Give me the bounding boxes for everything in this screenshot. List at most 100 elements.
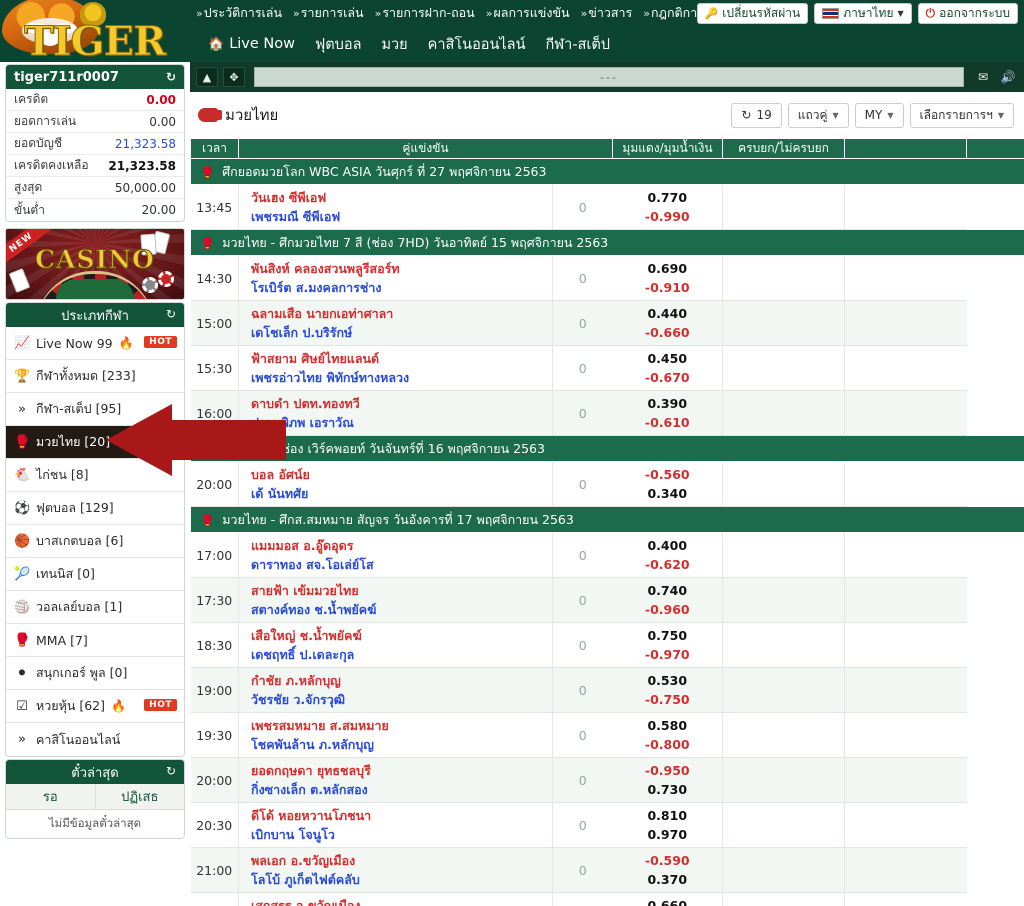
event-group-header[interactable]: 🥊 มวยไทย - ศึกมวยไทย 7 สี (ช่อง 7HD) วันอ… — [190, 229, 1024, 256]
language-selector[interactable]: ภาษาไทย ▼ — [814, 3, 912, 24]
table-row[interactable]: 20:30 ดีโด้ หอยหวานโภชนา เบิกบาน โจนูโว … — [190, 802, 1024, 848]
odds-cell[interactable]: 0.810 0.970 — [612, 802, 723, 848]
odds-cell[interactable]: -0.590 0.370 — [612, 847, 723, 893]
odds-cell[interactable]: 0.440 -0.660 — [612, 300, 723, 346]
odds-cell-empty[interactable] — [844, 255, 967, 301]
sidebar-item-sport-step[interactable]: » กีฬา-สเต็ป [95] — [6, 393, 184, 426]
odds-cell-empty[interactable] — [722, 712, 845, 758]
odds-cell-empty[interactable] — [844, 757, 967, 803]
topnav-item-3[interactable]: »ผลการแข่งขัน — [486, 3, 570, 23]
sidebar-item-mma[interactable]: 🥊 MMA [7] — [6, 624, 184, 657]
odds-cell[interactable]: 0.750 -0.970 — [612, 622, 723, 668]
sidebar-item-muay-thai[interactable]: 🥊 มวยไทย [20] — [6, 426, 184, 459]
mainnav-item-boxing[interactable]: มวย — [381, 33, 407, 56]
table-row[interactable]: 19:30 เพชรสมหมาย ส.สมหมาย โชคพันล้าน ภ.ห… — [190, 712, 1024, 758]
odds-cell-empty[interactable] — [844, 577, 967, 623]
sidebar-item-live-now[interactable]: 📈 Live Now 99 🔥 HOT — [6, 327, 184, 360]
odds-cell-empty[interactable] — [844, 345, 967, 391]
topnav-item-5[interactable]: »กฎกติกา — [643, 3, 697, 23]
fullscreen-button[interactable]: ✥ — [223, 67, 245, 87]
odds-cell-empty[interactable] — [722, 847, 845, 893]
sidebar-item-snooker[interactable]: ⚫ สนุกเกอร์ พูล [0] — [6, 657, 184, 690]
mainnav-item-sport-step[interactable]: กีฬา-สเต็ป — [545, 33, 610, 56]
row-mode-dropdown[interactable]: แถวคู่ ▼ — [787, 102, 849, 128]
table-row[interactable]: 18:30 เสือใหญ่ ช.น้ำพยัคฆ์ เดชฤทธิ์ ป.เด… — [190, 622, 1024, 668]
odds-cell-empty[interactable] — [844, 667, 967, 713]
event-group-header[interactable]: 🥊 ศึกยอดมวยโลก WBC ASIA วันศุกร์ ที่ 27 พ… — [190, 158, 1024, 185]
odds-cell-empty[interactable] — [722, 757, 845, 803]
odds-cell[interactable]: 0.770 -0.990 — [612, 184, 723, 230]
odds-cell-empty[interactable] — [722, 577, 845, 623]
table-row[interactable]: 15:30 ฟ้าสยาม ศิษย์ไทยแลนด์ เพชรอ่าวไทย … — [190, 345, 1024, 391]
odds-cell-empty[interactable] — [722, 667, 845, 713]
odds-cell-empty[interactable] — [844, 712, 967, 758]
sidebar-item-volleyball[interactable]: 🏐 วอลเลย์บอล [1] — [6, 591, 184, 624]
sidebar-item-all-sports[interactable]: 🏆 กีฬาทั้งหมด [233] — [6, 360, 184, 393]
tab-pending[interactable]: รอ — [6, 784, 95, 809]
table-row[interactable]: 17:00 แมมมอส อ.อู๊ดอุดร ดาราทอง สจ.โอเล่… — [190, 532, 1024, 578]
odds-cell[interactable]: 0.390 -0.610 — [612, 390, 723, 436]
topnav-item-2[interactable]: »รายการฝาก-ถอน — [375, 3, 475, 23]
table-row[interactable]: 20:00 ยอดกฤษดา ยุทธชลบุรี กิ่งซางเล็ก ต.… — [190, 757, 1024, 803]
sidebar-item-stock-lottery[interactable]: ☑ หวยหุ้น [62] 🔥 HOT — [6, 690, 184, 723]
sidebar-item-basketball[interactable]: 🏀 บาสเกตบอล [6] — [6, 525, 184, 558]
odds-cell-empty[interactable] — [722, 184, 845, 230]
odds-cell[interactable]: 0.740 -0.960 — [612, 577, 723, 623]
odds-cell-empty[interactable] — [722, 892, 845, 906]
odds-cell[interactable]: -0.560 0.340 — [612, 461, 723, 507]
table-row[interactable]: 21:30 เสกสรร อ.ขวัญเมือง ยอดเหล็กเพชร อ.… — [190, 892, 1024, 906]
sidebar-item-casino[interactable]: » คาสิโนออนไลน์ — [6, 723, 184, 756]
odds-cell[interactable]: 0.690 -0.910 — [612, 255, 723, 301]
odds-cell[interactable]: 0.660 -0.880 — [612, 892, 723, 906]
odds-cell-empty[interactable] — [844, 461, 967, 507]
table-row[interactable]: 14:30 พันสิงห์ คลองสวนพลูรีสอร์ท โรเบิร์… — [190, 255, 1024, 301]
odds-cell[interactable]: 0.400 -0.620 — [612, 532, 723, 578]
table-row[interactable]: 19:00 กำชัย ภ.หลักบุญ วัชรชัย ว.จักรวุฒิ… — [190, 667, 1024, 713]
odds-cell-empty[interactable] — [844, 892, 967, 906]
odds-cell-empty[interactable] — [844, 847, 967, 893]
select-list-dropdown[interactable]: เลือกรายการฯ ▼ — [909, 102, 1014, 128]
table-row[interactable]: 16:00 ดาบดำ ปตท.ทองทวี ปราบพิภพ เอราวัณ … — [190, 390, 1024, 436]
refresh-timer-button[interactable]: ↻ 19 — [731, 102, 782, 128]
sidebar-item-cockfight[interactable]: 🐔 ไก่ชน [8] — [6, 459, 184, 492]
mail-icon[interactable]: ✉ — [973, 68, 993, 86]
collapse-up-button[interactable]: ▲ — [196, 67, 218, 87]
my-dropdown[interactable]: MY ▼ — [854, 102, 904, 128]
odds-cell-empty[interactable] — [844, 300, 967, 346]
table-row[interactable]: 15:00 ฉลามเสือ นายกเอท่าศาลา เดโชเล็ก ป.… — [190, 300, 1024, 346]
refresh-icon[interactable]: ↻ — [166, 307, 176, 321]
tab-rejected[interactable]: ปฏิเสธ — [94, 784, 184, 809]
odds-cell-empty[interactable] — [722, 255, 845, 301]
odds-cell[interactable]: 0.450 -0.670 — [612, 345, 723, 391]
refresh-icon[interactable]: ↻ — [166, 764, 176, 778]
odds-cell-empty[interactable] — [722, 300, 845, 346]
topnav-item-1[interactable]: »รายการเล่น — [293, 3, 364, 23]
logo[interactable]: TIGER — [0, 0, 190, 62]
odds-cell[interactable]: 0.530 -0.750 — [612, 667, 723, 713]
odds-cell-empty[interactable] — [722, 532, 845, 578]
odds-cell-empty[interactable] — [722, 622, 845, 668]
odds-cell-empty[interactable] — [844, 802, 967, 848]
speaker-icon[interactable]: 🔊 — [998, 68, 1018, 86]
mainnav-item-casino[interactable]: คาสิโนออนไลน์ — [428, 33, 526, 56]
odds-cell-empty[interactable] — [722, 802, 845, 848]
change-password-button[interactable]: 🔑 เปลี่ยนรหัสผ่าน — [696, 3, 809, 24]
event-group-header[interactable]: 🥊 Fight 10) ช่อง เวิร์คพอยท์ วันจันทร์ที่… — [190, 435, 1024, 462]
odds-cell[interactable]: 0.580 -0.800 — [612, 712, 723, 758]
odds-cell-empty[interactable] — [844, 532, 967, 578]
odds-cell-empty[interactable] — [844, 390, 967, 436]
odds-cell[interactable]: -0.950 0.730 — [612, 757, 723, 803]
topnav-item-4[interactable]: »ข่าวสาร — [581, 3, 633, 23]
table-row[interactable]: 21:00 พลเอก อ.ขวัญเมือง โลโบ้ ภูเก็ตไฟต์… — [190, 847, 1024, 893]
topnav-item-0[interactable]: »ประวัติการเล่น — [196, 3, 282, 23]
mainnav-item-football[interactable]: ฟุตบอล — [315, 33, 361, 56]
sidebar-item-football[interactable]: ⚽ ฟุตบอล [129] — [6, 492, 184, 525]
logout-button[interactable]: ⏻ ออกจากระบบ — [917, 3, 1018, 24]
refresh-icon[interactable]: ↻ — [166, 70, 176, 84]
table-row[interactable]: 13:45 วันเฮง ซีพีเอฟ เพชรมณี ซีพีเอฟ 0 0… — [190, 184, 1024, 230]
event-group-header[interactable]: 🥊 มวยไทย - ศึกส.สมหมาย สัญจร วันอังคารที่… — [190, 506, 1024, 533]
odds-cell-empty[interactable] — [722, 461, 845, 507]
odds-cell-empty[interactable] — [722, 345, 845, 391]
odds-cell-empty[interactable] — [722, 390, 845, 436]
table-row[interactable]: 17:30 สายฟ้า เข้มมวยไทย สตางค์ทอง ช.น้ำพ… — [190, 577, 1024, 623]
